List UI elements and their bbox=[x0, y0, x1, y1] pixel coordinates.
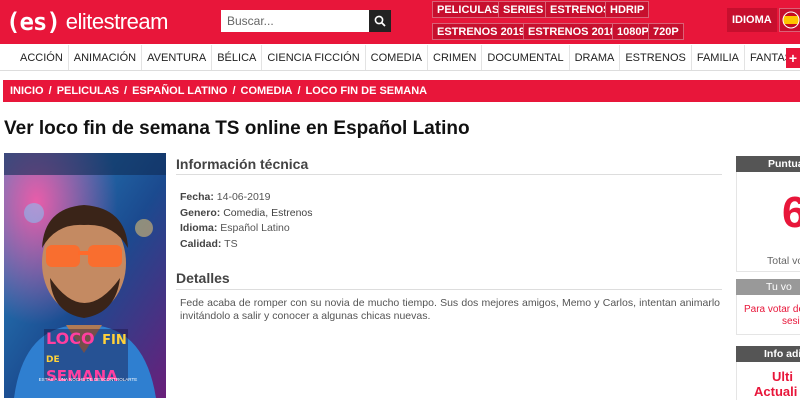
breadcrumb-item[interactable]: PELICULAS bbox=[57, 85, 119, 97]
last-update-label: Ulti bbox=[772, 369, 793, 384]
logo-text: elitestream bbox=[65, 9, 169, 34]
breadcrumb-item[interactable]: INICIO bbox=[10, 85, 44, 97]
spain-flag-icon bbox=[782, 11, 800, 29]
page-title: Ver loco fin de semana TS online en Espa… bbox=[4, 118, 470, 139]
genre-item[interactable]: ESTRENOS bbox=[620, 45, 692, 70]
breadcrumb-item[interactable]: ESPAÑOL LATINO bbox=[132, 85, 227, 97]
calidad-row: Calidad: TS bbox=[180, 238, 238, 250]
breadcrumb-item[interactable]: COMEDIA bbox=[241, 85, 293, 97]
genre-item[interactable]: ACCIÓN bbox=[15, 45, 69, 70]
language-label: IDIOMA bbox=[727, 8, 777, 32]
fecha-label: Fecha: bbox=[180, 191, 214, 203]
vote-login-prompt[interactable]: Para votar de bbox=[744, 304, 800, 315]
genre-nav: ACCIÓN ANIMACIÓN AVENTURA BÉLICA CIENCIA… bbox=[0, 45, 800, 71]
divider bbox=[176, 174, 722, 175]
poster-tagline: ESTÁS A UNA NOCHE DE DESCONTROLARTE bbox=[38, 377, 138, 382]
genero-link[interactable]: Estrenos bbox=[271, 207, 312, 219]
nav-pill-hdrip[interactable]: HDRIP bbox=[605, 1, 650, 18]
rating-score: 6 bbox=[782, 188, 800, 237]
genero-row: Genero: Comedia, Estrenos bbox=[180, 207, 313, 219]
genre-item[interactable]: BÉLICA bbox=[212, 45, 263, 70]
nav-pill-series[interactable]: SERIES bbox=[498, 1, 549, 18]
nav-pill-peliculas[interactable]: PELICULAS bbox=[432, 1, 505, 18]
breadcrumb-current: LOCO FIN DE SEMANA bbox=[305, 85, 428, 97]
idioma-value: Español Latino bbox=[220, 222, 290, 234]
calidad-label: Calidad: bbox=[180, 238, 222, 250]
total-votes-label: Total vo bbox=[767, 255, 800, 267]
top-header: (es) elitestream PELICULAS SERIES ESTREN… bbox=[0, 0, 800, 44]
search-input[interactable] bbox=[221, 10, 369, 32]
genero-label: Genero: bbox=[180, 207, 221, 219]
genre-item[interactable]: DOCUMENTAL bbox=[482, 45, 570, 70]
divider bbox=[176, 289, 722, 290]
fecha-row: Fecha: 14-06-2019 bbox=[180, 191, 270, 203]
logo-mark: (es) bbox=[6, 8, 61, 36]
nav-pill-estrenos-2018[interactable]: ESTRENOS 2018 bbox=[523, 23, 622, 40]
nav-pill-720p[interactable]: 720P bbox=[648, 23, 684, 40]
last-update-label-2: Actuali bbox=[754, 384, 798, 399]
nav-pill-estrenos-2019[interactable]: ESTRENOS 2019 bbox=[432, 23, 531, 40]
vote-login-prompt-2[interactable]: sesi bbox=[782, 316, 800, 327]
genre-item[interactable]: CIENCIA FICCIÓN bbox=[262, 45, 366, 70]
search-button[interactable] bbox=[369, 10, 391, 32]
plus-icon: + bbox=[788, 50, 798, 66]
genre-item[interactable]: DRAMA bbox=[570, 45, 621, 70]
genre-item[interactable]: AVENTURA bbox=[142, 45, 213, 70]
idioma-row: Idioma: Español Latino bbox=[180, 222, 290, 234]
details-heading: Detalles bbox=[176, 270, 230, 286]
site-logo[interactable]: (es) elitestream bbox=[6, 6, 168, 38]
your-vote-header: Tu vo bbox=[736, 279, 800, 295]
search-icon bbox=[374, 15, 386, 27]
vote-box bbox=[736, 295, 800, 335]
language-selector[interactable]: IDIOMA bbox=[727, 8, 800, 32]
breadcrumb: INICIO / PELICULAS / ESPAÑOL LATINO / COMEDIA /… bbox=[3, 80, 800, 102]
genre-item[interactable]: FAMILIA bbox=[692, 45, 746, 70]
flag-button[interactable] bbox=[778, 8, 800, 32]
calidad-value: TS bbox=[224, 238, 238, 250]
genero-link[interactable]: Comedia bbox=[223, 207, 265, 219]
genre-item[interactable]: COMEDIA bbox=[366, 45, 428, 70]
more-genres-button[interactable]: + bbox=[786, 48, 800, 68]
rating-header: Puntua bbox=[736, 156, 800, 172]
search-bar bbox=[221, 10, 391, 32]
synopsis: Fede acaba de romper con su novia de muc… bbox=[180, 297, 720, 322]
idioma-label: Idioma: bbox=[180, 222, 218, 234]
extra-info-header: Info adi bbox=[736, 346, 800, 362]
tech-info-heading: Información técnica bbox=[176, 156, 309, 172]
genre-item[interactable]: CRIMEN bbox=[428, 45, 483, 70]
fecha-value: 14-06-2019 bbox=[216, 191, 271, 203]
genre-item[interactable]: ANIMACIÓN bbox=[69, 45, 143, 70]
movie-poster[interactable]: LOCO FIN DE SEMANA ESTÁS A UNA NOCHE DE … bbox=[4, 153, 166, 398]
